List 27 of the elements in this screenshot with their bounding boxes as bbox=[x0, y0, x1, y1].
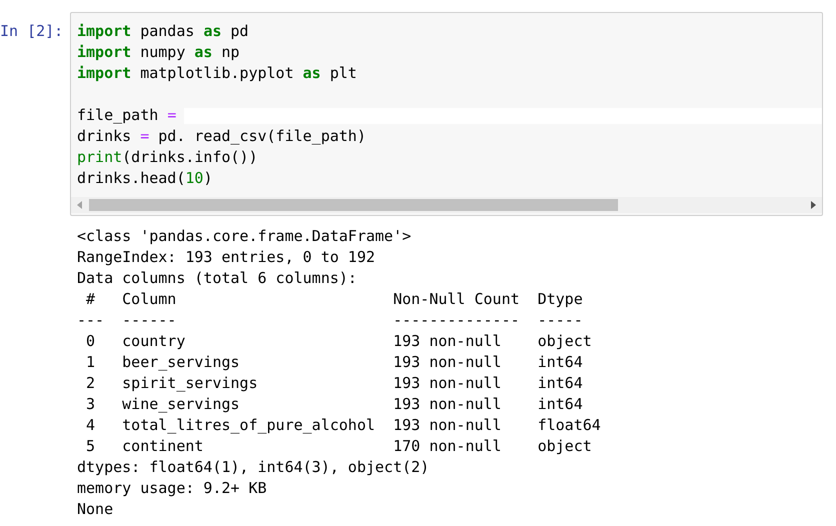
output-line: <class 'pandas.core.frame.DataFrame'> bbox=[77, 227, 412, 245]
output-line: 5 continent 170 non-null object bbox=[85, 437, 592, 455]
output-line: 3 wine_servings 193 non-null int64 bbox=[85, 395, 583, 413]
output-line: 2 spirit_servings 193 non-null int64 bbox=[85, 374, 583, 392]
code-line: import numpy as np bbox=[77, 42, 240, 63]
output-line: 1 beer_servings 193 non-null int64 bbox=[85, 353, 583, 371]
horizontal-scrollbar[interactable] bbox=[71, 197, 822, 213]
output-line: 0 country 193 non-null object bbox=[85, 332, 592, 350]
code-line: file_path = bbox=[77, 105, 176, 126]
output-line: None bbox=[77, 500, 114, 518]
code-line: import matplotlib.pyplot as plt bbox=[77, 63, 357, 84]
output-line: --- ------ -------------- ----- bbox=[77, 311, 583, 329]
input-prompt: In [2]: bbox=[0, 21, 64, 42]
output-line: # Column Non-Null Count Dtype bbox=[85, 290, 583, 308]
output-line: RangeIndex: 193 entries, 0 to 192 bbox=[77, 248, 376, 266]
output-line: memory usage: 9.2+ KB bbox=[77, 479, 267, 497]
code-line: drinks = pd. read_csv(file_path) bbox=[77, 126, 366, 147]
scrollbar-thumb[interactable] bbox=[89, 199, 618, 211]
output-line: 4 total_litres_of_pure_alcohol 193 non-null float64 bbox=[85, 416, 601, 434]
code-line: import pandas as pd bbox=[77, 21, 249, 42]
code-cell[interactable]: import pandas as pd import numpy as np import matplotlib.pyplot as plt file_path = drinks = pd. read_csv(file_path) print(drinks.info()) drinks.head(10) bbox=[70, 12, 823, 216]
output-line: Data columns (total 6 columns): bbox=[77, 269, 357, 287]
code-line: drinks.head(10) bbox=[77, 168, 212, 189]
scroll-left-icon[interactable] bbox=[77, 201, 83, 209]
scroll-right-icon[interactable] bbox=[810, 201, 816, 209]
output-line: dtypes: float64(1), int64(3), object(2) bbox=[77, 458, 430, 476]
code-line: print(drinks.info()) bbox=[77, 147, 258, 168]
